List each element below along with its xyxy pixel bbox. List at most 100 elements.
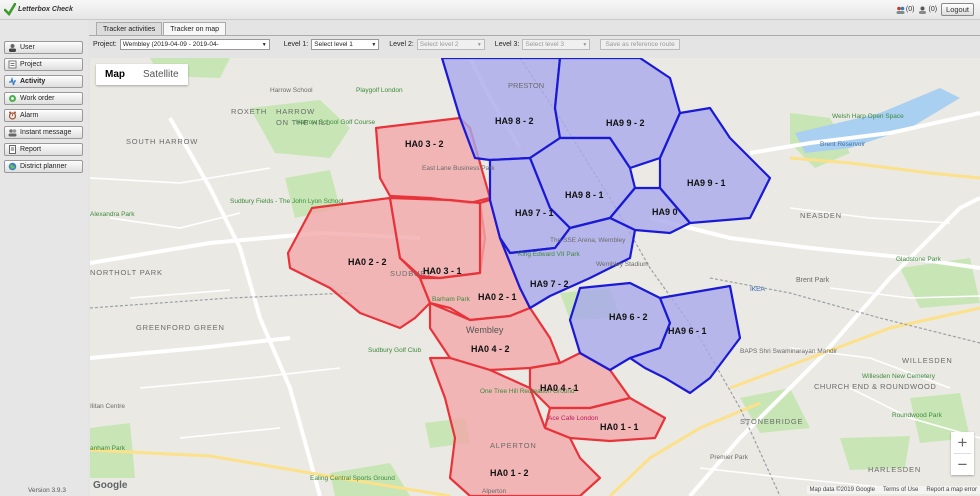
- terms-of-use-link[interactable]: Terms of Use: [883, 487, 918, 493]
- map-label-harrow-golf: Harrow School Golf Course: [296, 119, 375, 126]
- zone-label: HA9 6 - 2: [609, 312, 648, 322]
- tab-tracker-activities[interactable]: Tracker activities: [96, 22, 163, 35]
- chevron-down-icon: ▼: [476, 41, 482, 48]
- checkmark-logo-icon: [4, 3, 16, 16]
- map-type-satellite-button[interactable]: Satellite: [134, 64, 188, 85]
- map-label-sudbury-fields: Sudbury Fields - The John Lyon School: [230, 198, 344, 205]
- project-icon: [8, 60, 17, 69]
- map-label-anham-park: anham Park: [90, 445, 126, 452]
- map-label-brent-reservoir: Brent Reservoir: [820, 141, 866, 148]
- level1-select-value: Select level 1: [314, 41, 353, 48]
- sidebar-item-work-order[interactable]: Work order: [4, 92, 83, 105]
- app-title: Letterbox Check: [18, 6, 73, 13]
- level2-label: Level 2:: [389, 41, 414, 48]
- map-label-ealing-ground: Ealing Central Sports Ground: [310, 475, 395, 482]
- sidebar-item-label: Alarm: [20, 112, 39, 119]
- map-label-alexandra-park: Alexandra Park: [90, 211, 135, 218]
- zone-label: HA9 7 - 1: [515, 208, 554, 218]
- map-label-south-harrow: SOUTH HARROW: [126, 137, 198, 146]
- sidebar-item-label: Work order: [20, 95, 55, 102]
- tab-tracker-on-map[interactable]: Tracker on map: [163, 22, 227, 36]
- map-label-alperton-area: ALPERTON: [490, 441, 537, 450]
- save-reference-route-button[interactable]: Save as reference route: [600, 39, 680, 50]
- zoom-out-button[interactable]: −: [951, 454, 974, 475]
- sidebar: User Project Activity Work order Alarm I…: [0, 20, 88, 496]
- version-label: Version 3.9.3: [28, 487, 66, 494]
- level3-label: Level 3:: [494, 41, 520, 48]
- map-label-wembley: Wembley: [466, 325, 504, 335]
- report-map-error-link[interactable]: Report a map error: [926, 487, 977, 493]
- map-label-east-lane: East Lane Business Park: [422, 165, 495, 172]
- sidebar-item-label: Report: [20, 146, 42, 153]
- project-label: Project:: [93, 41, 117, 48]
- zone-label: HA9 8 - 1: [565, 190, 604, 200]
- map-label-roxeth: ROXETH: [231, 107, 267, 116]
- district-icon: [8, 162, 17, 171]
- tab-divider: [89, 35, 980, 36]
- map-label-sse-arena: The SSE Arena, Wembley: [550, 237, 626, 244]
- notification-messages[interactable]: (0): [918, 6, 937, 14]
- user-icon: [9, 44, 16, 52]
- map-label-gladstone-park: Gladstone Park: [896, 256, 942, 263]
- notification-messages-count: (0): [928, 6, 938, 13]
- map-label-roundwood-park: Roundwood Park: [892, 412, 943, 419]
- map-label-playgolf: Playgolf London: [356, 87, 403, 94]
- sidebar-item-user[interactable]: User: [4, 41, 83, 54]
- notification-users[interactable]: (0): [896, 6, 915, 14]
- level2-select[interactable]: Select level 2 ▼: [416, 39, 485, 50]
- map-label-wembley-stadium: Wembley Stadium: [596, 261, 649, 268]
- zone-label: HA0 3 - 2: [405, 139, 444, 149]
- sidebar-item-district-planner[interactable]: District planner: [4, 160, 83, 173]
- level3-select-value: Select level 3: [525, 41, 564, 48]
- view-tabs: Tracker activities Tracker on map: [96, 22, 227, 36]
- top-right-controls: (0) (0) Logout: [896, 3, 974, 16]
- message-icon: [8, 129, 17, 137]
- notification-users-count: (0): [905, 6, 915, 13]
- sidebar-item-project[interactable]: Project: [4, 58, 83, 71]
- sidebar-item-label: User: [20, 44, 35, 51]
- messages-icon: [919, 6, 927, 14]
- level2-select-value: Select level 2: [419, 41, 459, 48]
- sidebar-item-alarm[interactable]: Alarm: [4, 109, 83, 122]
- zoom-in-button[interactable]: +: [951, 432, 974, 453]
- zone-label: HA9 9 - 2: [606, 118, 645, 128]
- level1-label: Level 1:: [283, 41, 309, 48]
- sidebar-item-instant-message[interactable]: Instant message: [4, 126, 83, 139]
- activity-icon: [9, 77, 16, 86]
- sidebar-item-report[interactable]: Report: [4, 143, 83, 156]
- map-label-neasden: NEASDEN: [800, 211, 842, 220]
- map-label-brent-park: Brent Park: [796, 277, 830, 284]
- map-label-harlesden: HARLESDEN: [868, 465, 921, 474]
- map-label-ace-cafe: Ace Cafe London: [548, 415, 599, 422]
- zone-label: HA9 6 - 1: [668, 326, 707, 336]
- zone-label: HA0 2 - 1: [478, 292, 517, 302]
- map-label-willesden: WILLESDEN: [902, 356, 953, 365]
- map-label-alperton: Alperton: [482, 488, 507, 495]
- map-type-map-button[interactable]: Map: [96, 64, 134, 85]
- zone-label: HA0 3 - 1: [423, 266, 462, 276]
- project-select[interactable]: Wembley (2019-04-09 - 2019-04- ▼: [119, 39, 270, 50]
- map-label-willesden-cemetery: Willesden New Cemetery: [862, 373, 936, 380]
- top-bar: Letterbox Check (0) (0) Logout: [0, 0, 980, 20]
- users-icon: [896, 6, 905, 14]
- sidebar-item-activity[interactable]: Activity: [4, 75, 83, 88]
- map-label-king-edward: King Edward VII Park: [518, 251, 581, 258]
- sidebar-item-label: Instant message: [20, 129, 72, 136]
- logout-button[interactable]: Logout: [941, 3, 974, 16]
- chevron-down-icon: ▼: [582, 41, 588, 48]
- google-logo: Google: [93, 480, 128, 491]
- sidebar-item-label: District planner: [20, 163, 67, 170]
- level3-select[interactable]: Select level 3 ▼: [522, 39, 591, 50]
- map-view[interactable]: PRESTON ROXETH HARROW ON THE HILL Harrow…: [90, 58, 980, 496]
- map-label-stonebridge: STONEBRIDGE: [740, 417, 803, 426]
- map-label-barham-park: Barham Park: [432, 296, 471, 303]
- filter-bar: Project: Wembley (2019-04-09 - 2019-04- ▼…: [93, 38, 973, 51]
- level1-select[interactable]: Select level 1 ▼: [311, 39, 380, 50]
- map-label-harrow: HARROW: [276, 107, 315, 116]
- map-label-premier-park: Premier Park: [710, 454, 749, 461]
- work-order-icon: [9, 95, 16, 102]
- alarm-icon: [8, 111, 17, 120]
- map-label-sudbury-golf: Sudbury Golf Club: [368, 347, 421, 354]
- zone-label: HA9 7 - 2: [530, 279, 569, 289]
- zone-label: HA9 9 - 1: [687, 178, 726, 188]
